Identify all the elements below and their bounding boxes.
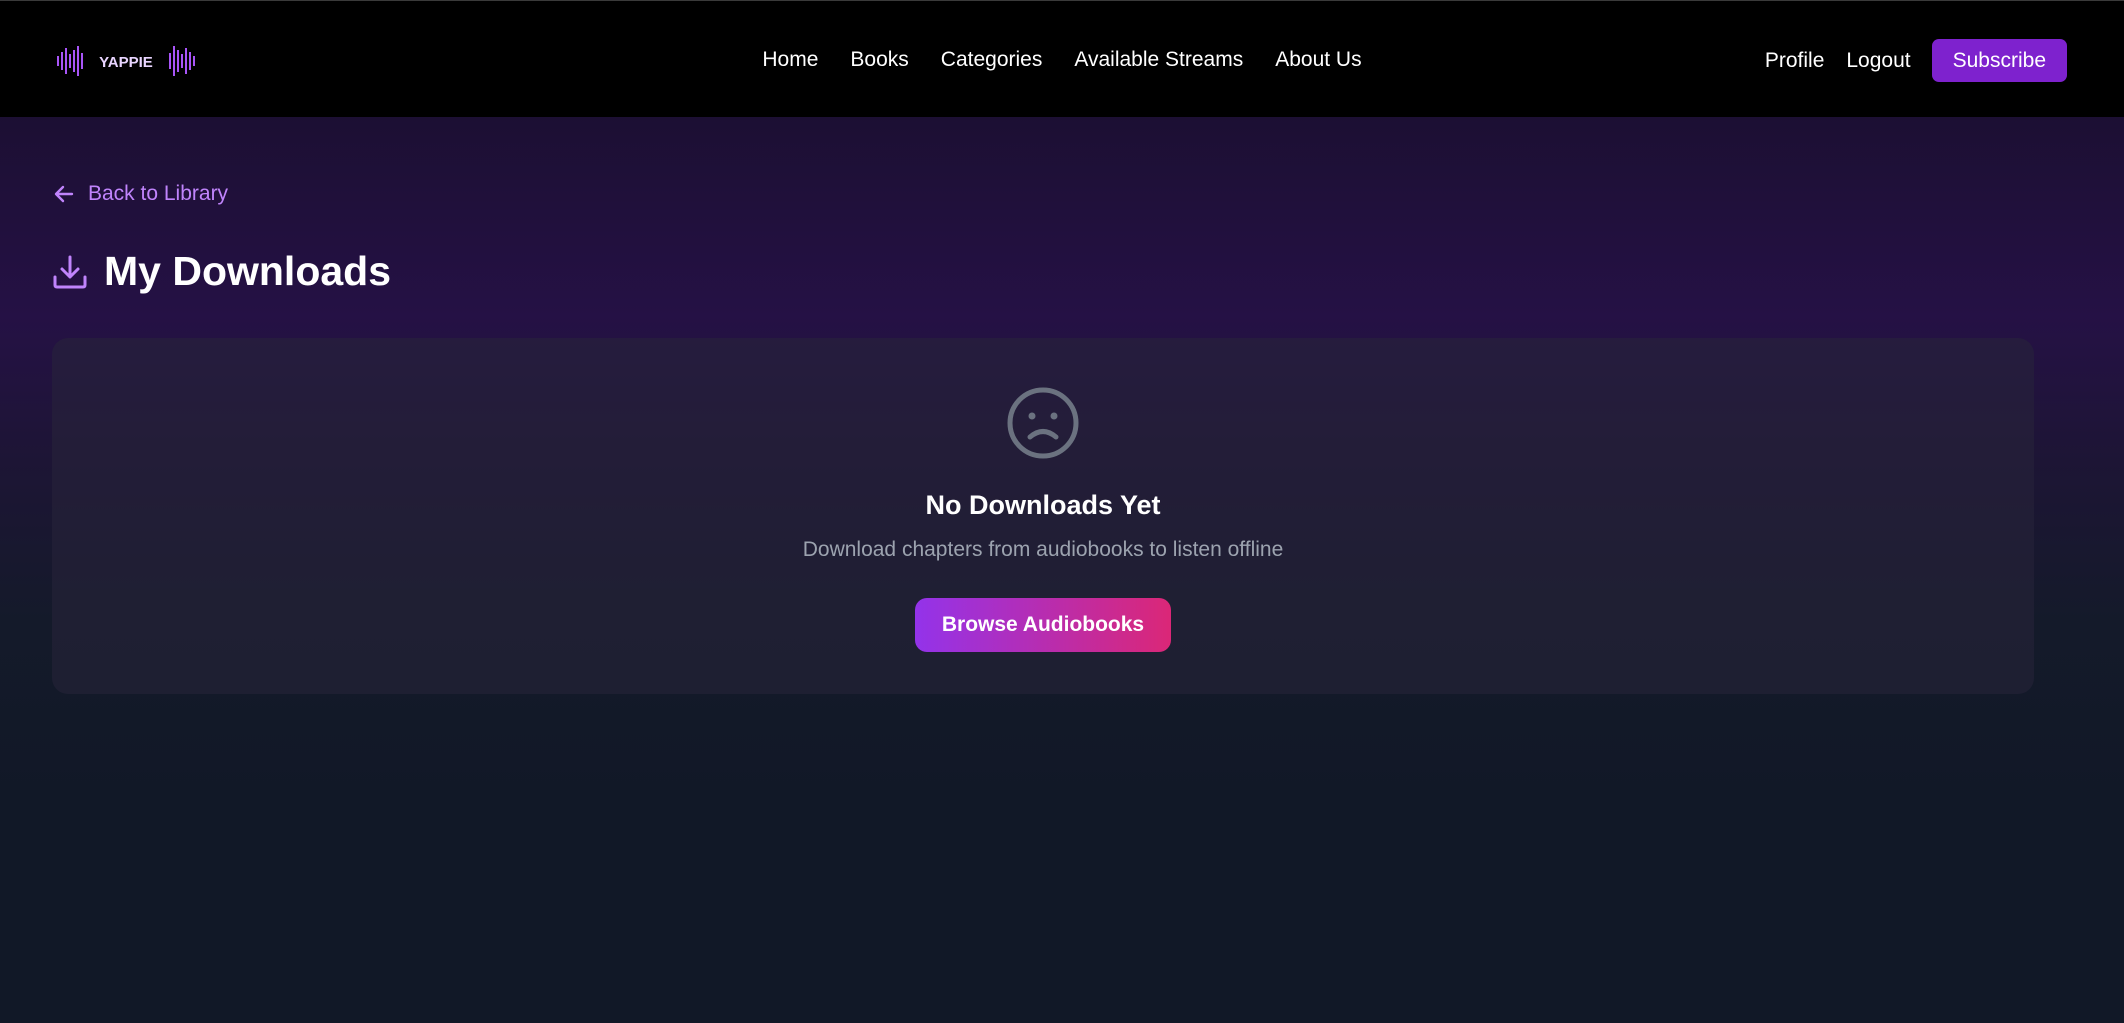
page-header: My Downloads: [52, 248, 391, 295]
back-link-label: Back to Library: [88, 182, 229, 205]
logo-text: YAPPIE: [99, 54, 153, 71]
account-nav: Profile Logout Subscribe: [1765, 39, 2067, 82]
logout-link[interactable]: Logout: [1846, 49, 1910, 73]
nav-link-home[interactable]: Home: [762, 48, 818, 72]
empty-state-title: No Downloads Yet: [925, 490, 1161, 520]
page-title: My Downloads: [104, 248, 392, 294]
waveform-logo-icon: YAPPIE: [57, 46, 195, 76]
back-to-library-link[interactable]: Back to Library: [52, 182, 228, 206]
profile-link[interactable]: Profile: [1765, 49, 1825, 73]
empty-state-card: No Downloads Yet Download chapters from …: [52, 338, 2034, 694]
nav-link-categories[interactable]: Categories: [941, 48, 1043, 72]
browse-audiobooks-button[interactable]: Browse Audiobooks: [915, 598, 1171, 652]
nav-link-about-us[interactable]: About Us: [1275, 48, 1361, 72]
nav-link-books[interactable]: Books: [850, 48, 908, 72]
main-content: Back to Library My Downloads No Download…: [0, 117, 2124, 1023]
download-icon: [53, 255, 87, 288]
nav-link-available-streams[interactable]: Available Streams: [1074, 48, 1243, 72]
subscribe-button[interactable]: Subscribe: [1931, 39, 2067, 82]
brand-logo[interactable]: YAPPIE: [57, 44, 199, 78]
top-navbar: YAPPIE Home Books Categories Available S…: [0, 0, 2124, 117]
empty-state-subtitle: Download chapters from audiobooks to lis…: [802, 538, 1284, 561]
sad-face-icon: [1007, 387, 1079, 459]
arrow-left-icon: [54, 185, 74, 203]
